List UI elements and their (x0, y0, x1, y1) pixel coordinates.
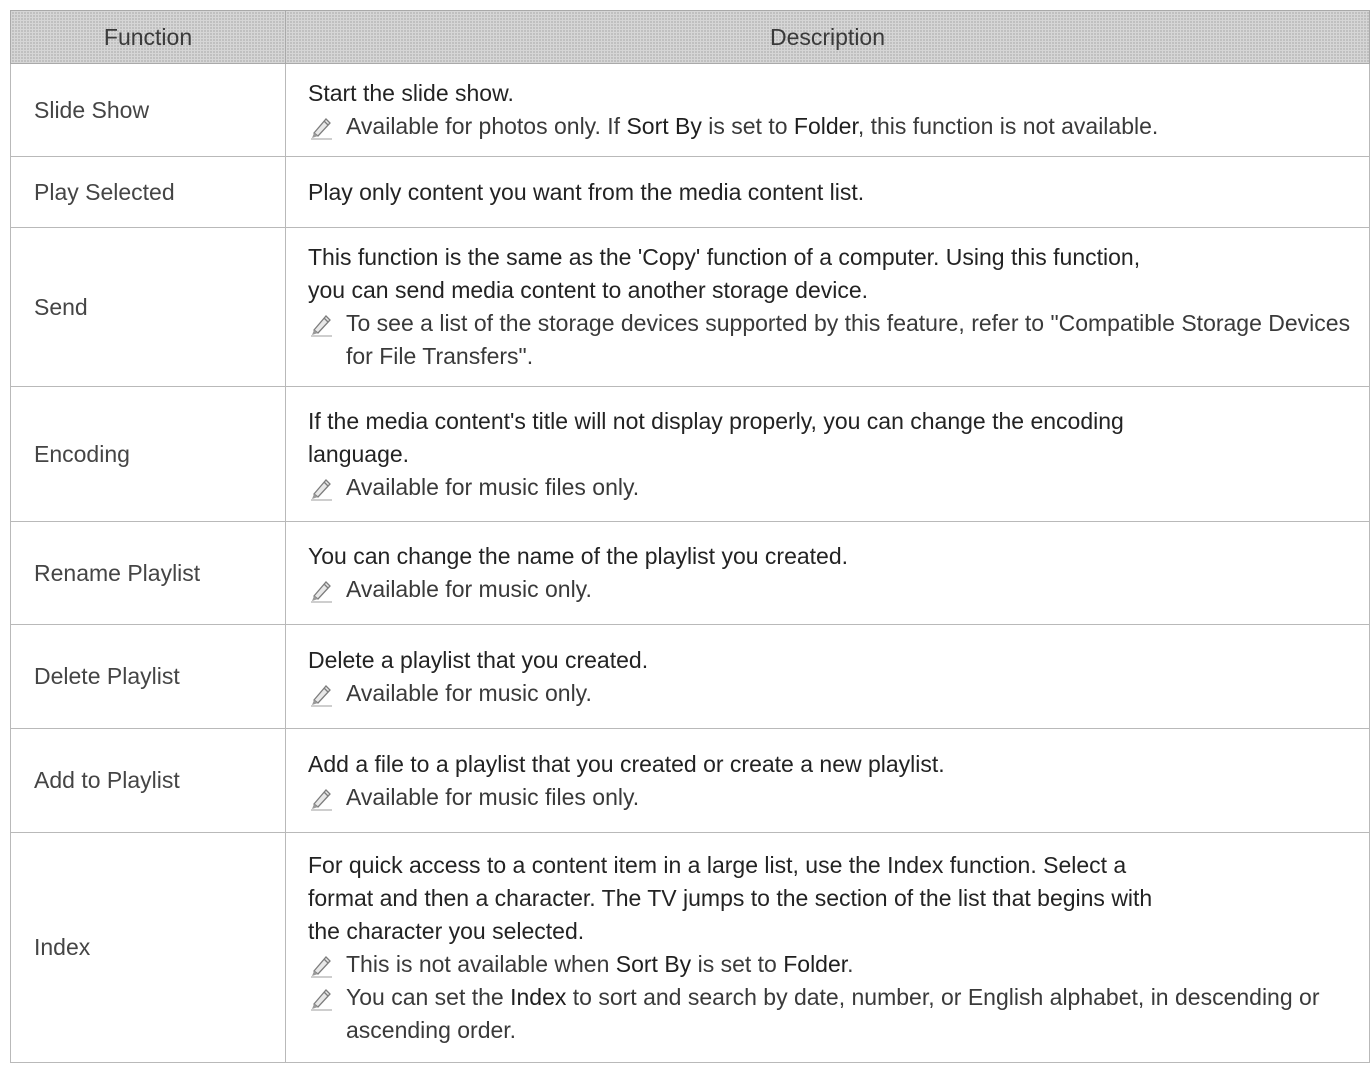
description-cell: This function is the same as the 'Copy' … (285, 227, 1370, 387)
description-line: For quick access to a content item in a … (308, 851, 1127, 878)
description-line: Delete a playlist that you created. (308, 646, 649, 673)
function-cell: Encoding (10, 386, 286, 522)
function-cell: Delete Playlist (10, 624, 286, 729)
note-text: Available for music only. (346, 679, 592, 706)
description-cell: For quick access to a content item in a … (285, 832, 1370, 1063)
pencil-note-icon (311, 988, 332, 1011)
functions-table: Function Description Slide Show Start the… (10, 10, 1370, 1063)
description-line: If the media content's title will not di… (308, 407, 1124, 434)
pencil-note-icon (311, 788, 332, 811)
function-cell: Rename Playlist (10, 521, 286, 625)
note-keyword: Index (510, 983, 567, 1010)
header-row: Function Description (10, 10, 1370, 64)
note: To see a list of the storage devices sup… (308, 307, 1353, 373)
pencil-note-icon (311, 955, 332, 978)
note: Available for music only. (308, 677, 1353, 710)
note: Available for photos only. If Sort By is… (308, 110, 1353, 143)
pencil-note-icon (311, 478, 332, 501)
table-row: Delete Playlist Delete a playlist that yo… (10, 624, 1370, 729)
note: You can set the Index to sort and search… (308, 981, 1353, 1047)
description-cell: If the media content's title will not di… (285, 386, 1370, 522)
description-cell: Add a file to a playlist that you create… (285, 728, 1370, 833)
note: Available for music files only. (308, 471, 1353, 504)
description-line: Add a file to a playlist that you create… (308, 750, 945, 777)
description-cell: Start the slide show. Available for photo… (285, 63, 1370, 157)
description-line: Play only content you want from the medi… (308, 178, 865, 205)
description-cell: Delete a playlist that you created. Avail… (285, 624, 1370, 729)
description-line: language. (308, 440, 410, 467)
function-cell: Index (10, 832, 286, 1063)
pencil-note-icon (311, 118, 332, 140)
description-line: You can change the name of the playlist … (308, 543, 849, 569)
function-cell: Send (10, 227, 286, 387)
note-text: is set to (701, 113, 794, 139)
note-keyword: Sort By (626, 113, 702, 139)
note-keyword: Folder (783, 950, 848, 977)
table-row: Rename Playlist You can change the name o… (10, 521, 1370, 625)
note: Available for music only. (308, 573, 1353, 606)
note: This is not available when Sort By is se… (308, 948, 1353, 981)
table-row: Index For quick access to a content item … (10, 832, 1370, 1063)
description-cell: You can change the name of the playlist … (285, 521, 1370, 625)
note-text: Available for music files only. (346, 783, 640, 810)
function-column-header: Function (10, 10, 286, 64)
function-cell: Add to Playlist (10, 728, 286, 833)
table-body: Slide Show Start the slide show. Available… (10, 63, 1370, 1063)
note-text: . (847, 950, 854, 977)
pencil-note-icon (311, 581, 332, 603)
note-text: This is not available when (346, 950, 616, 977)
table-row: Encoding If the media content's title wil… (10, 386, 1370, 522)
function-cell: Play Selected (10, 156, 286, 228)
note: Available for music files only. (308, 781, 1353, 814)
note-text: You can set the (346, 983, 511, 1010)
function-cell: Slide Show (10, 63, 286, 157)
note-text: Available for music only. (346, 576, 592, 602)
table-row: Play Selected Play only content you want … (10, 156, 1370, 228)
description-line: the character you selected. (308, 917, 585, 944)
pencil-note-icon (311, 315, 332, 337)
table-row: Add to Playlist Add a file to a playlist … (10, 728, 1370, 833)
note-text: Available for music files only. (346, 473, 640, 500)
description-line: format and then a character. The TV jump… (308, 884, 1153, 911)
note-text: , this function is not available. (857, 113, 1159, 139)
note-keyword: Sort By (615, 950, 692, 977)
description-line: you can send media content to another st… (308, 277, 869, 303)
note-keyword: Folder (793, 113, 858, 139)
description-cell: Play only content you want from the medi… (285, 156, 1370, 228)
description-column-header: Description (285, 10, 1370, 64)
table-row: Send This function is the same as the 'Co… (10, 227, 1370, 387)
table-row: Slide Show Start the slide show. Available… (10, 63, 1370, 157)
pencil-note-icon (311, 684, 332, 707)
description-line: Start the slide show. (308, 80, 514, 106)
description-line: This function is the same as the 'Copy' … (308, 244, 1141, 270)
note-text: Available for photos only. If (346, 113, 627, 139)
note-text: is set to (691, 950, 784, 977)
note-text: To see a list of the storage devices sup… (346, 310, 1351, 369)
